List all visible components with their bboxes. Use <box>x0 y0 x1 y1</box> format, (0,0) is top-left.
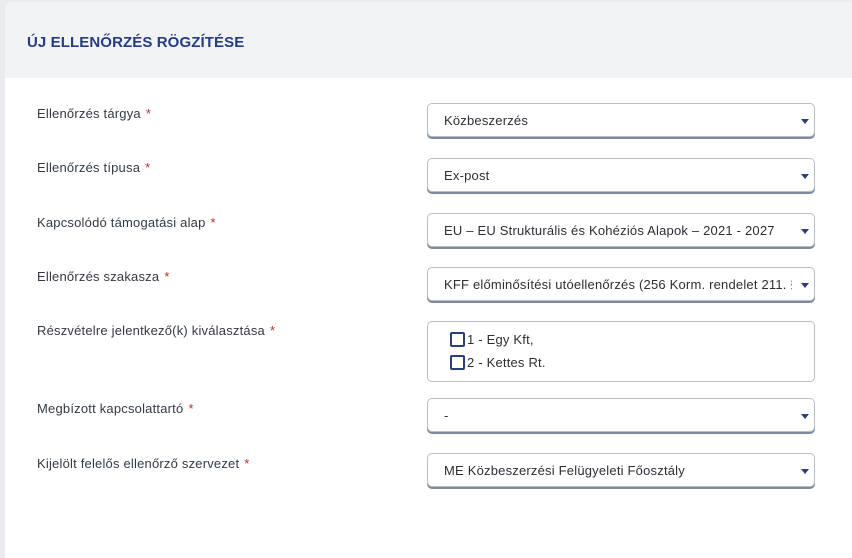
chevron-down-icon <box>801 469 809 474</box>
type-label: Ellenőrzés típusa * <box>37 160 151 175</box>
chevron-down-icon <box>801 229 809 234</box>
applicant-option[interactable]: 2 - Kettes Rt. <box>450 355 546 370</box>
type-select-value: Ex-post <box>444 168 490 183</box>
checkbox[interactable] <box>450 355 465 370</box>
phase-select-value: KFF előminősítési utóellenőrzés (256 Kor… <box>444 277 792 292</box>
contact-select-value: - <box>444 408 449 423</box>
type-select[interactable]: Ex-post <box>427 158 815 192</box>
fund-select-value: EU – EU Strukturális és Kohéziós Alapok … <box>444 223 775 238</box>
chevron-down-icon <box>801 414 809 419</box>
new-inspection-panel: ÚJ ELLENŐRZÉS RÖGZÍTÉSE Ellenőrzés tárgy… <box>5 2 852 558</box>
organization-select[interactable]: ME Közbeszerzési Felügyeleti Főosztály <box>427 453 815 487</box>
required-mark: * <box>145 160 151 175</box>
applicant-option[interactable]: 1 - Egy Kft, <box>450 332 534 347</box>
subject-select-value: Közbeszerzés <box>444 113 529 128</box>
required-mark: * <box>210 215 216 230</box>
required-mark: * <box>188 401 194 416</box>
applicant-option-label: 1 - Egy Kft, <box>467 332 534 347</box>
chevron-down-icon <box>801 119 809 124</box>
organization-label: Kijelölt felelős ellenőrző szervezet * <box>37 456 250 471</box>
chevron-down-icon <box>801 283 809 288</box>
phase-label: Ellenőrzés szakasza * <box>37 269 170 284</box>
panel-header: ÚJ ELLENŐRZÉS RÖGZÍTÉSE <box>5 2 852 78</box>
page-title: ÚJ ELLENŐRZÉS RÖGZÍTÉSE <box>27 34 245 51</box>
chevron-down-icon <box>801 174 809 179</box>
required-mark: * <box>244 456 250 471</box>
subject-label: Ellenőrzés tárgya * <box>37 106 152 121</box>
fund-select[interactable]: EU – EU Strukturális és Kohéziós Alapok … <box>427 213 815 247</box>
fund-label: Kapcsolódó támogatási alap * <box>37 215 216 230</box>
organization-select-value: ME Közbeszerzési Felügyeleti Főosztály <box>444 463 685 478</box>
required-mark: * <box>145 106 152 121</box>
contact-label: Megbízott kapcsolattartó * <box>37 401 194 416</box>
required-mark: * <box>164 269 170 284</box>
applicants-listbox: 1 - Egy Kft, 2 - Kettes Rt. <box>427 321 815 382</box>
applicant-option-label: 2 - Kettes Rt. <box>467 355 546 370</box>
required-mark: * <box>269 323 276 338</box>
phase-select[interactable]: KFF előminősítési utóellenőrzés (256 Kor… <box>427 267 815 301</box>
subject-select[interactable]: Közbeszerzés <box>427 103 815 137</box>
checkbox[interactable] <box>450 332 465 347</box>
applicants-label: Részvételre jelentkező(k) kiválasztása * <box>37 323 276 338</box>
contact-select[interactable]: - <box>427 398 815 432</box>
